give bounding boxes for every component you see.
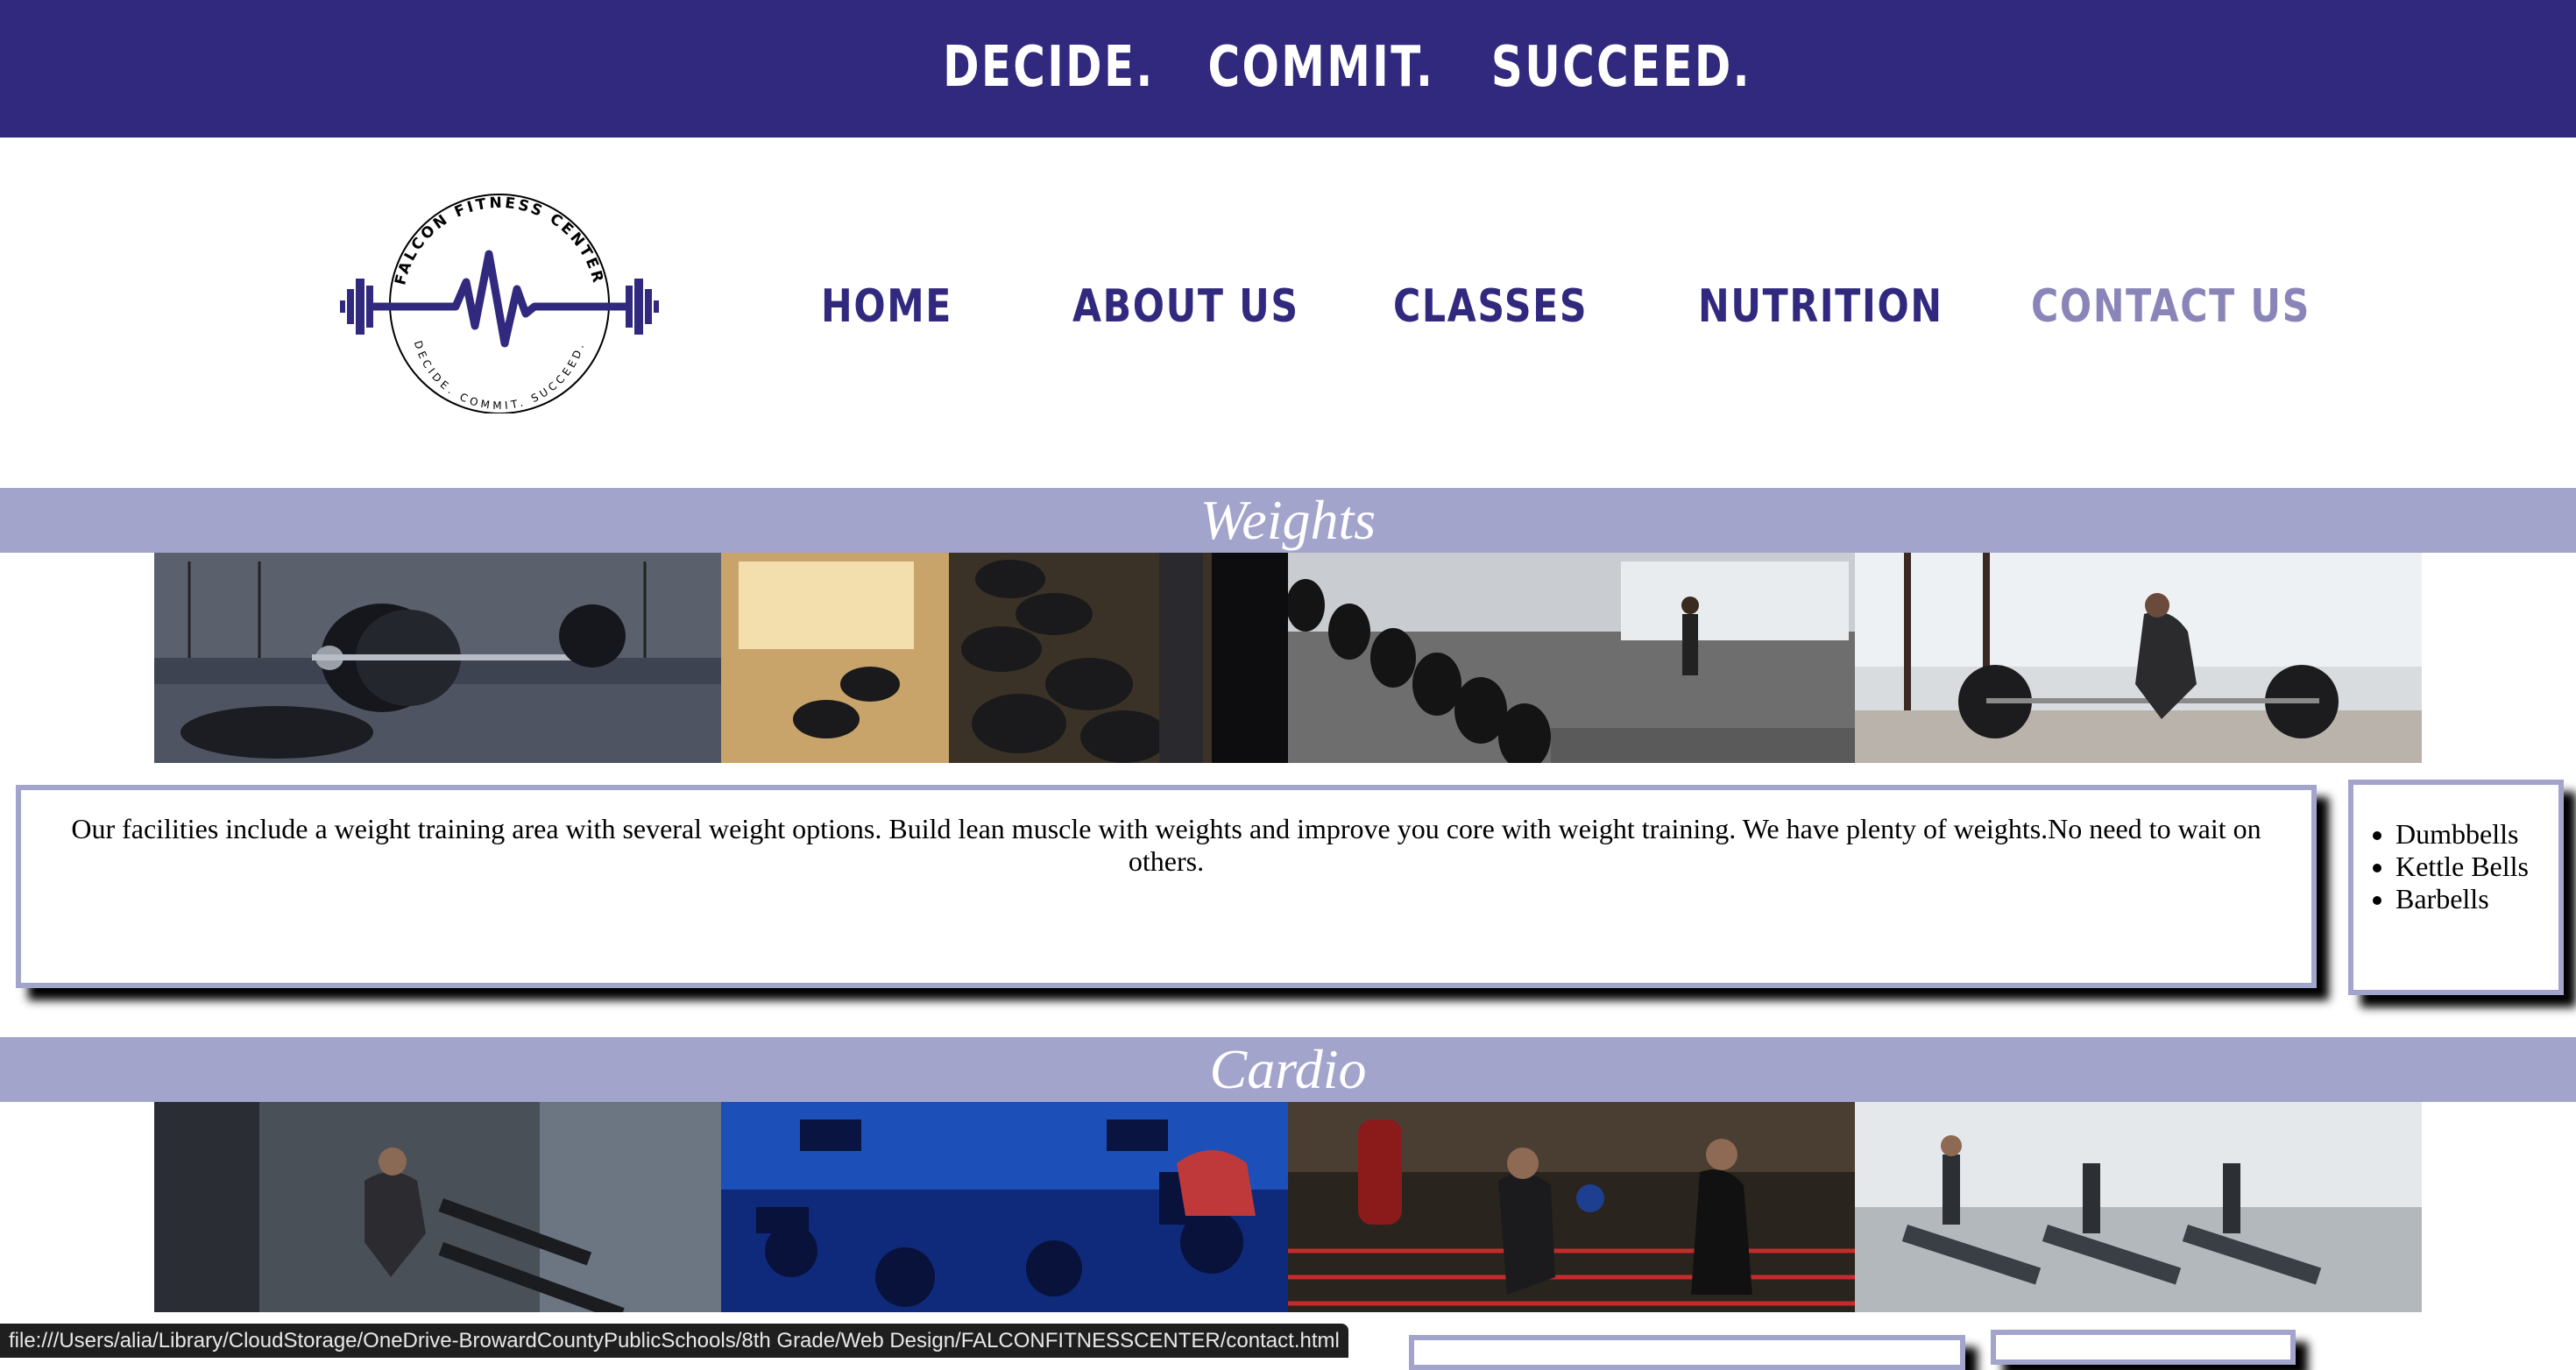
list-item: Barbells bbox=[2396, 883, 2558, 915]
nav-contact-us[interactable]: CONTACT US bbox=[2031, 280, 2311, 333]
weights-equipment-box: Dumbbells Kettle Bells Barbells bbox=[2348, 780, 2564, 995]
nav-home[interactable]: HOME bbox=[821, 280, 952, 333]
list-item: Dumbbells bbox=[2396, 818, 2558, 851]
cardio-heading: Cardio bbox=[1209, 1038, 1367, 1100]
photo-treadmill-row bbox=[1855, 1102, 2422, 1312]
photo-boxing-training bbox=[1288, 1102, 1855, 1312]
browser-status-url: file:///Users/alia/Library/CloudStorage/… bbox=[0, 1324, 1348, 1358]
cardio-equipment-box bbox=[1991, 1330, 2296, 1365]
photo-dumbbell-rows bbox=[1288, 553, 1855, 763]
weights-description: Our facilities include a weight training… bbox=[71, 813, 2261, 877]
logo-bottom-text: DECIDE. COMMIT. SUCCEED. bbox=[412, 339, 584, 412]
nav-about-us[interactable]: ABOUT US bbox=[1072, 280, 1299, 333]
photo-dumbbell-rack bbox=[721, 553, 1288, 763]
weights-description-box: Our facilities include a weight training… bbox=[16, 785, 2317, 988]
weights-heading-band: Weights bbox=[0, 488, 2576, 553]
photo-barbell-plates bbox=[154, 553, 721, 763]
falcon-fitness-logo[interactable]: FALCON FITNESS CENTER DECIDE. COMMIT. SU… bbox=[333, 186, 666, 413]
logo-top-text: FALCON FITNESS CENTER bbox=[392, 194, 605, 287]
cardio-photo-strip bbox=[154, 1102, 2422, 1312]
photo-woman-barbell bbox=[1855, 553, 2422, 763]
photo-treadmill-runner bbox=[154, 1102, 721, 1312]
svg-text:FALCON FITNESS CENTER: FALCON FITNESS CENTER bbox=[392, 194, 607, 287]
list-item: Kettle Bells bbox=[2396, 851, 2558, 883]
tagline-decide: DECIDE. bbox=[943, 35, 1155, 100]
equipment-list: Dumbbells Kettle Bells Barbells bbox=[2353, 818, 2558, 915]
cardio-description-box bbox=[1409, 1335, 1965, 1370]
nav-nutrition[interactable]: NUTRITION bbox=[1698, 280, 1943, 333]
photo-cycling-class bbox=[721, 1102, 1288, 1312]
weights-photo-strip bbox=[154, 553, 2422, 763]
cardio-heading-band: Cardio bbox=[0, 1037, 2576, 1102]
nav-classes[interactable]: CLASSES bbox=[1393, 280, 1588, 333]
tagline-banner: DECIDE. COMMIT. SUCCEED. bbox=[0, 0, 2576, 138]
tagline-commit: COMMIT. bbox=[1207, 35, 1435, 100]
svg-text:DECIDE. COMMIT. SUCCEED.: DECIDE. COMMIT. SUCCEED. bbox=[412, 339, 587, 412]
tagline-succeed: SUCCEED. bbox=[1490, 35, 1752, 100]
weights-heading: Weights bbox=[1200, 489, 1376, 551]
